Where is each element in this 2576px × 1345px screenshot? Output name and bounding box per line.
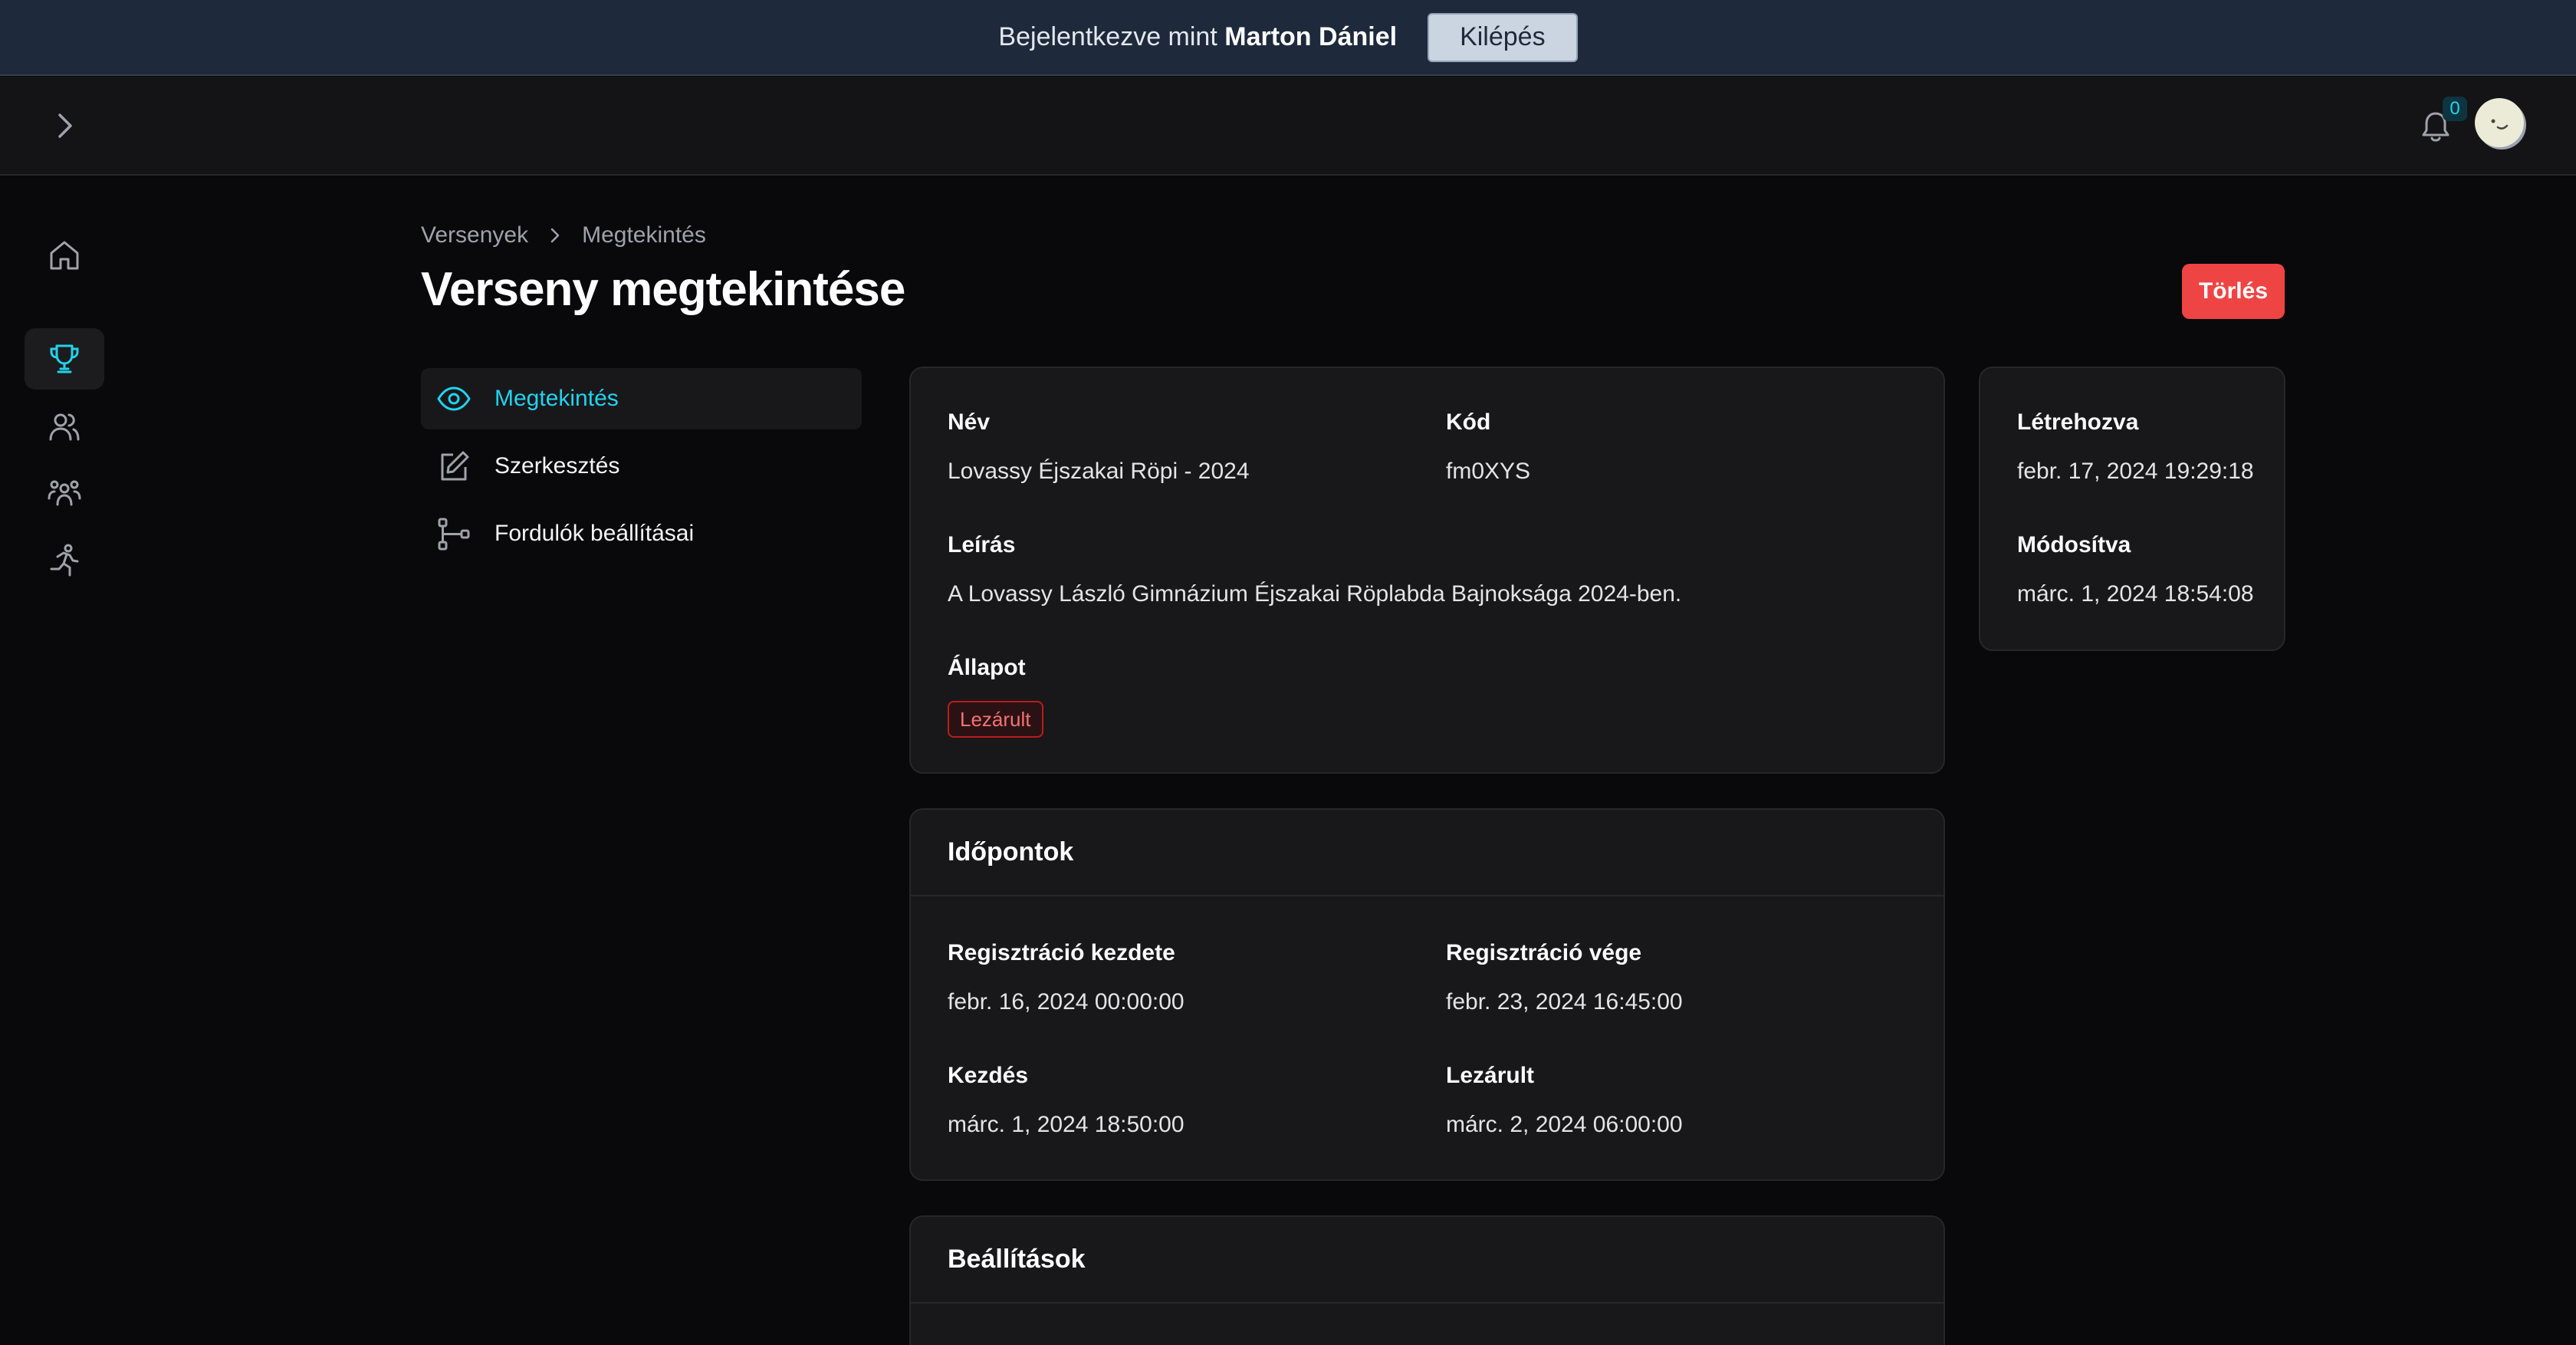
delete-button[interactable]: Törlés — [2182, 264, 2285, 319]
modified-value: márc. 1, 2024 18:54:08 — [2017, 581, 2254, 607]
start-label: Kezdés — [948, 1063, 1029, 1088]
reg-start-label: Regisztráció kezdete — [948, 940, 1175, 965]
meta-card: Létrehozva febr. 17, 2024 19:29:18 Módos… — [1979, 367, 2285, 651]
details-card: Név Lovassy Éjszakai Röpi - 2024 Kód fm0… — [909, 367, 1945, 774]
runner-icon — [50, 544, 79, 577]
user-avatar[interactable] — [2475, 98, 2524, 147]
sidebar-item-competitions[interactable] — [25, 328, 104, 390]
sidebar-expand-button[interactable] — [44, 106, 84, 146]
edit-icon — [435, 447, 473, 485]
avatar-face-icon — [2491, 119, 2509, 130]
code-value: fm0XYS — [1446, 459, 1531, 484]
code-label: Kód — [1446, 409, 1491, 435]
breadcrumb: Versenyek Megtekintés — [421, 222, 706, 248]
app-root: Bejelentkezve mint Marton Dániel Kilépés… — [0, 0, 2576, 1345]
impersonated-user-name: Marton Dániel — [1224, 22, 1398, 51]
start-value: márc. 1, 2024 18:50:00 — [948, 1112, 1184, 1137]
status-badge: Lezárult — [948, 701, 1043, 738]
times-card-title: Időpontok — [911, 810, 1944, 896]
settings-card-title: Beállítások — [911, 1217, 1944, 1304]
section-nav-rounds[interactable]: Fordulók beállításai — [421, 503, 862, 564]
impersonation-prefix: Bejelentkezve mint — [998, 22, 1217, 51]
impersonation-banner: Bejelentkezve mint Marton Dániel Kilépés — [0, 0, 2576, 76]
sidebar-item-home[interactable] — [25, 225, 104, 286]
modified-label: Módosítva — [2017, 532, 2131, 557]
section-nav-rounds-label: Fordulók beállításai — [495, 521, 695, 546]
closed-label: Lezárult — [1446, 1063, 1535, 1088]
section-nav: Megtekintés Szerkesztés Fordulók beállít… — [421, 368, 862, 571]
settings-card: Beállítások — [909, 1215, 1945, 1345]
reg-start-value: febr. 16, 2024 00:00:00 — [948, 989, 1184, 1015]
name-value: Lovassy Éjszakai Röpi - 2024 — [948, 459, 1250, 484]
sidebar — [0, 177, 130, 1345]
trophy-icon — [50, 344, 79, 373]
breadcrumb-item-competitions[interactable]: Versenyek — [421, 222, 528, 248]
notification-count-badge: 0 — [2443, 97, 2467, 121]
section-nav-edit[interactable]: Szerkesztés — [421, 436, 862, 497]
impersonation-text: Bejelentkezve mint Marton Dániel — [998, 22, 1397, 52]
status-label: Állapot — [948, 655, 1026, 680]
description-label: Leírás — [948, 532, 1016, 557]
sidebar-item-players[interactable] — [25, 530, 104, 591]
home-icon — [50, 241, 79, 270]
created-label: Létrehozva — [2017, 409, 2139, 435]
workflow-icon — [435, 515, 473, 553]
closed-value: márc. 2, 2024 06:00:00 — [1446, 1112, 1683, 1137]
section-nav-edit-label: Szerkesztés — [495, 453, 620, 478]
eye-icon — [435, 380, 473, 418]
users-icon — [49, 413, 80, 441]
reg-end-label: Regisztráció vége — [1446, 940, 1642, 965]
description-value: A Lovassy László Gimnázium Éjszakai Röpl… — [948, 581, 1682, 607]
app-header — [0, 77, 2576, 176]
name-label: Név — [948, 409, 991, 435]
team-icon — [48, 480, 81, 506]
logout-button[interactable]: Kilépés — [1428, 12, 1578, 62]
sidebar-item-users[interactable] — [25, 396, 104, 457]
chevron-right-icon — [58, 113, 72, 138]
chevron-right-icon — [550, 228, 560, 243]
breadcrumb-item-current: Megtekintés — [582, 222, 706, 248]
created-value: febr. 17, 2024 19:29:18 — [2017, 459, 2254, 484]
sidebar-item-teams[interactable] — [25, 462, 104, 524]
section-nav-view-label: Megtekintés — [495, 386, 619, 411]
page-title: Verseny megtekintése — [421, 263, 905, 316]
reg-end-value: febr. 23, 2024 16:45:00 — [1446, 989, 1683, 1015]
section-nav-view[interactable]: Megtekintés — [421, 368, 862, 429]
times-card: Időpontok Regisztráció kezdete febr. 16,… — [909, 808, 1945, 1181]
